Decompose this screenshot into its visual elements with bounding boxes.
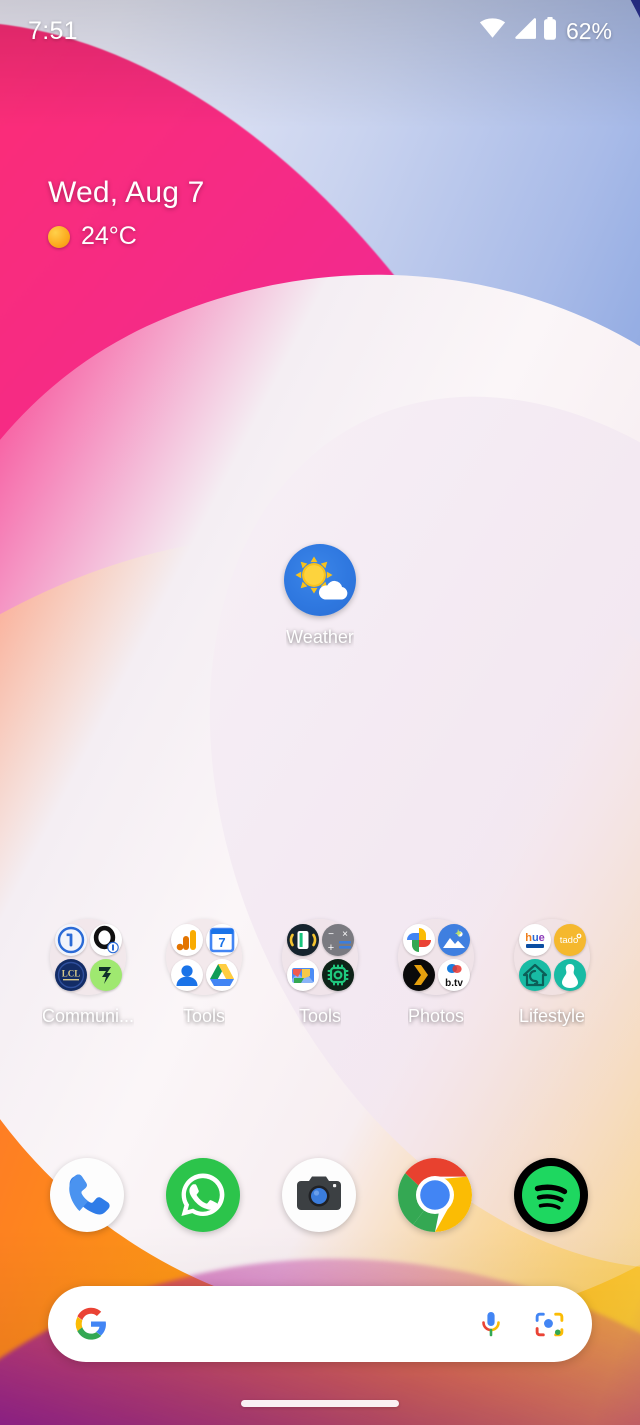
google-drive-icon bbox=[205, 958, 238, 991]
wise-icon bbox=[89, 958, 122, 991]
philips-hue-icon: hue bbox=[518, 923, 551, 956]
google-search-bar[interactable] bbox=[48, 1286, 592, 1362]
battery-icon bbox=[543, 17, 557, 45]
search-input[interactable] bbox=[124, 1286, 475, 1362]
whatsapp-icon bbox=[166, 1158, 240, 1232]
folder-communication[interactable]: LCL Communi... bbox=[33, 919, 143, 1027]
gallery-mountain-icon bbox=[437, 923, 470, 956]
settings-chip-icon bbox=[321, 958, 354, 991]
dock-item-chrome[interactable] bbox=[398, 1158, 472, 1232]
folder-preview: − × + bbox=[282, 919, 358, 995]
svg-text:tado: tado bbox=[559, 935, 578, 946]
folder-preview: hue tado bbox=[514, 919, 590, 995]
svg-text:−: − bbox=[328, 929, 334, 940]
google-calendar-icon: 7 bbox=[205, 923, 238, 956]
google-lens-icon[interactable] bbox=[533, 1308, 566, 1341]
svg-text:b.tv: b.tv bbox=[445, 978, 463, 989]
btv-icon: b.tv bbox=[437, 958, 470, 991]
home-assistant-icon bbox=[518, 958, 551, 991]
home-gesture-pill[interactable] bbox=[241, 1399, 399, 1407]
folder-label: Lifestyle bbox=[518, 1006, 586, 1026]
lcl-bank-icon: LCL bbox=[54, 958, 87, 991]
chrome-icon bbox=[398, 1158, 472, 1232]
1password-icon bbox=[54, 923, 87, 956]
wifi-icon bbox=[479, 18, 506, 44]
status-bar-system-icons: 62% bbox=[479, 17, 612, 45]
svg-text:×: × bbox=[342, 929, 348, 940]
dock-item-spotify[interactable] bbox=[514, 1158, 588, 1232]
app-label: Weather bbox=[286, 627, 354, 647]
google-photos-icon bbox=[402, 923, 435, 956]
cellular-signal-icon bbox=[513, 18, 536, 44]
tado-icon: tado bbox=[553, 923, 586, 956]
app-weather[interactable]: Weather bbox=[265, 544, 375, 648]
dock-item-camera[interactable] bbox=[282, 1158, 356, 1232]
folder-label: Photos bbox=[407, 1006, 465, 1026]
svg-text:7: 7 bbox=[218, 935, 225, 950]
microphone-icon[interactable] bbox=[475, 1308, 507, 1340]
device-care-icon bbox=[286, 923, 319, 956]
folder-preview: 7 bbox=[166, 919, 242, 995]
calculator-icon: − × + bbox=[321, 923, 354, 956]
camera-icon bbox=[282, 1158, 356, 1232]
folder-label: Tools bbox=[298, 1006, 342, 1026]
dock-item-phone[interactable] bbox=[50, 1158, 124, 1232]
plex-icon bbox=[402, 958, 435, 991]
widget-temperature: 24°C bbox=[81, 222, 137, 250]
folder-photos[interactable]: b.tv Photos bbox=[381, 919, 491, 1027]
folder-label: Tools bbox=[182, 1006, 226, 1026]
phone-icon bbox=[50, 1158, 124, 1232]
weather-app-icon bbox=[284, 544, 356, 616]
widget-date: Wed, Aug 7 bbox=[48, 176, 205, 209]
google-analytics-icon bbox=[170, 923, 203, 956]
gallery-icon bbox=[286, 958, 319, 991]
dock-item-whatsapp[interactable] bbox=[166, 1158, 240, 1232]
folder-preview: b.tv bbox=[398, 919, 474, 995]
google-g-icon bbox=[74, 1307, 108, 1341]
folder-preview: LCL bbox=[50, 919, 126, 995]
svg-text:hue: hue bbox=[525, 932, 545, 944]
sun-icon bbox=[48, 225, 70, 248]
status-bar-clock: 7:51 bbox=[28, 16, 78, 45]
nest-thermostat-icon bbox=[553, 958, 586, 991]
widget-weather: 24°C bbox=[48, 222, 205, 251]
folder-tools-2[interactable]: − × + Tools bbox=[265, 919, 375, 1027]
opera-icon bbox=[89, 923, 122, 956]
folder-tools-1[interactable]: 7 Tools bbox=[149, 919, 259, 1027]
home-screen: 7:51 62% Wed, Aug 7 24°C Weather LCL Com… bbox=[0, 0, 640, 1425]
svg-text:LCL: LCL bbox=[61, 968, 80, 978]
status-bar[interactable]: 7:51 62% bbox=[0, 0, 640, 62]
gesture-navigation-bar[interactable] bbox=[0, 1381, 640, 1425]
google-contacts-icon bbox=[170, 958, 203, 991]
folder-label: Communi... bbox=[41, 1006, 135, 1026]
cloud-glyph bbox=[318, 580, 348, 600]
svg-text:+: + bbox=[327, 942, 333, 954]
date-weather-widget[interactable]: Wed, Aug 7 24°C bbox=[48, 176, 205, 251]
spotify-icon bbox=[514, 1158, 588, 1232]
battery-percentage: 62% bbox=[565, 17, 612, 44]
folder-lifestyle[interactable]: hue tado Lifestyle bbox=[497, 919, 607, 1027]
